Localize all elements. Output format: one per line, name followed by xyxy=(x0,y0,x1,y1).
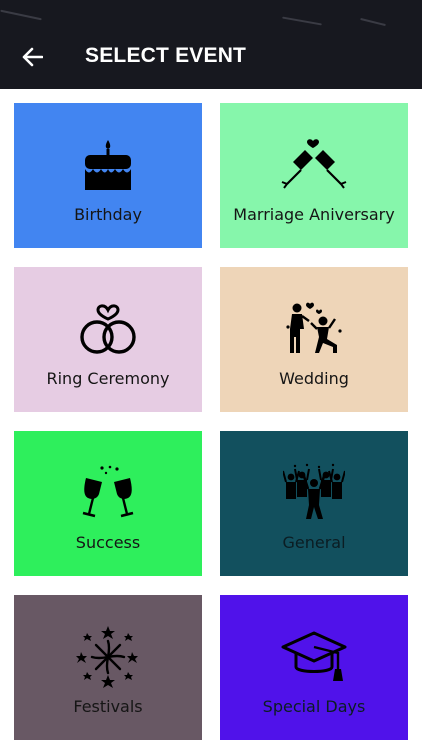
event-label: General xyxy=(282,533,346,552)
event-tile-ring-ceremony[interactable]: Ring Ceremony xyxy=(14,267,202,412)
event-tile-birthday[interactable]: Birthday xyxy=(14,103,202,248)
wine-cheers-icon xyxy=(82,465,134,518)
rings-icon xyxy=(80,304,136,354)
event-tile-marriage-aniversary[interactable]: Marriage Aniversary xyxy=(220,103,408,248)
event-label: Marriage Aniversary xyxy=(233,205,395,224)
event-tile-festivals[interactable]: Festivals xyxy=(14,595,202,740)
app-bar: SELECT EVENT xyxy=(0,0,422,89)
dancing-couple-icon xyxy=(286,302,342,353)
champagne-toast-icon xyxy=(281,139,347,189)
event-tile-general[interactable]: General xyxy=(220,431,408,576)
event-label: Festivals xyxy=(73,697,143,716)
event-grid: Birthday Marriage Aniversary Ring Ceremo… xyxy=(0,89,422,750)
decorative-streak xyxy=(0,9,42,21)
birthday-cake-icon xyxy=(85,140,131,190)
event-label: Ring Ceremony xyxy=(46,369,170,388)
event-tile-special-days[interactable]: Special Days xyxy=(220,595,408,740)
arrow-left-icon xyxy=(22,47,43,67)
fireworks-icon xyxy=(76,626,138,688)
event-label: Success xyxy=(75,533,141,552)
decorative-streak xyxy=(282,16,322,26)
graduation-cap-icon xyxy=(281,631,347,681)
back-button[interactable] xyxy=(14,40,50,74)
event-label: Birthday xyxy=(74,205,142,224)
event-tile-success[interactable]: Success xyxy=(14,431,202,576)
decorative-streak xyxy=(360,17,386,27)
event-tile-wedding[interactable]: Wedding xyxy=(220,267,408,412)
event-label: Special Days xyxy=(262,697,366,716)
party-crowd-icon xyxy=(283,463,345,519)
page-title: SELECT EVENT xyxy=(85,44,247,67)
event-label: Wedding xyxy=(279,369,349,388)
